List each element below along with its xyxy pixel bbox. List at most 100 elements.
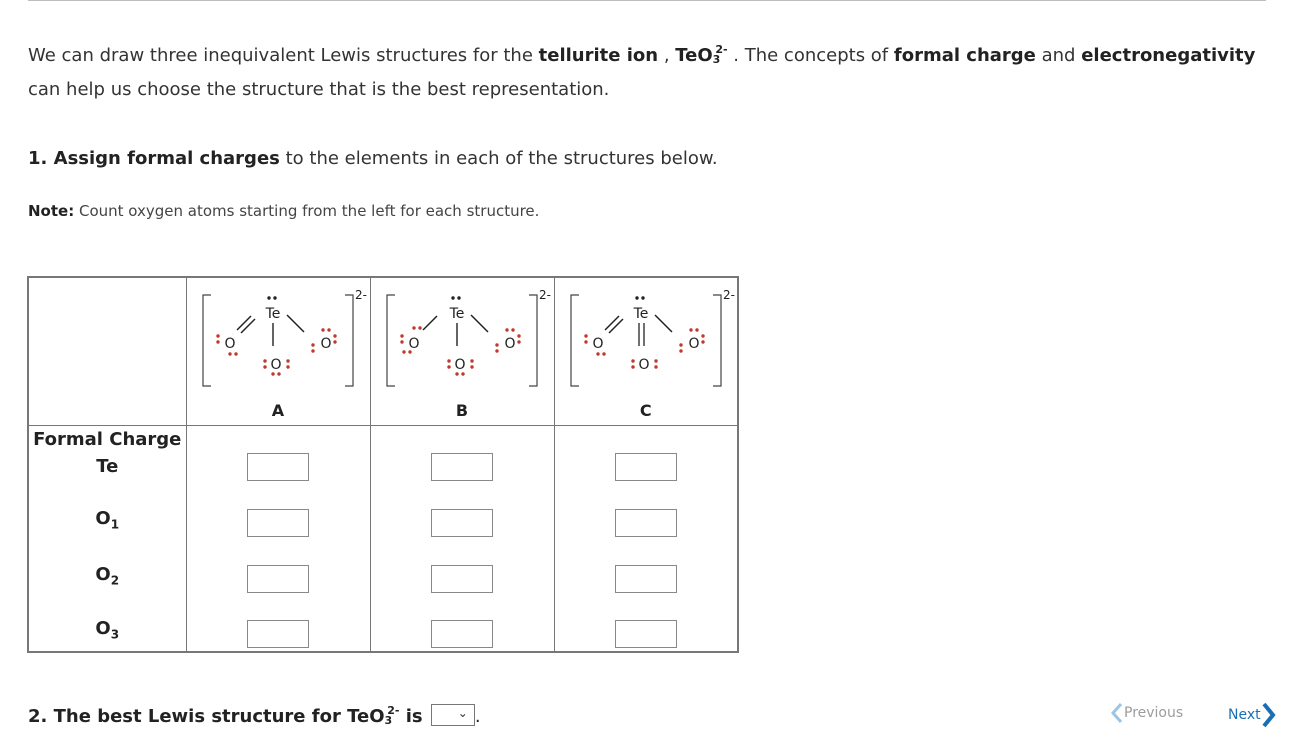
row-label-te: Te [96,455,119,477]
oxygen-1: O [592,336,603,352]
bracket-left [201,294,211,387]
lone-pair-dot [227,352,232,356]
charge-input-a-te[interactable] [246,452,309,481]
bracket-right [344,294,354,387]
note: Note: Count oxygen atoms starting from t… [28,202,540,220]
charge-input-a-o3[interactable] [246,619,309,648]
row-label-o2: O2 [95,563,120,588]
chevron-down-icon: ⌄ [457,706,468,720]
lone-pair-dot [653,359,658,363]
tellurium-atom: Te [448,306,464,322]
charge-input-c-o2[interactable] [614,564,677,593]
charge-input-c-te[interactable] [614,452,677,481]
lone-pair-dot [272,296,277,300]
oxygen-2: O [454,357,465,373]
formal-charge-term: formal charge [893,45,1036,66]
lone-pair-dot [446,365,451,369]
lone-pair-dot [630,359,635,363]
lone-pair-dot [516,334,521,338]
oxygen-2: O [270,357,281,373]
lone-pair-dot [262,359,267,363]
tellurium-atom: Te [632,306,648,322]
lone-pair-dot [399,340,404,344]
question-2: 2. The best Lewis structure for TeO32- i… [28,704,481,727]
bond-double [235,315,252,331]
chevron-right-icon [1262,702,1276,728]
charge-input-b-o3[interactable] [430,619,493,648]
structure-b: 2- Te O O O B [369,276,555,426]
lone-pair-dot [326,328,331,332]
lone-pair-dot [494,343,499,347]
charge-input-b-o2[interactable] [430,564,493,593]
lone-pair-dot [469,359,474,363]
charge-input-c-o3[interactable] [614,619,677,648]
lone-pair-dot [407,350,412,354]
structure-a: 2- Te O O O A [185,276,371,426]
lone-pair-dot [700,340,705,344]
bond-double [603,315,620,331]
lone-pair-dot [454,372,459,376]
top-divider [28,0,1266,1]
next-button[interactable]: Next [1228,702,1277,728]
lone-pair-dot [266,296,271,300]
lone-pair-dot [583,334,588,338]
charge-input-b-o1[interactable] [430,508,493,537]
oxygen-3: O [320,336,331,352]
lone-pair-dot [215,340,220,344]
lone-pair-dot [601,352,606,356]
question-1: 1. Assign formal charges to the elements… [28,148,718,169]
inputs-a [185,424,371,653]
lone-pair-dot [262,365,267,369]
header-empty-cell [27,276,187,426]
ion-charge: 2- [723,288,735,302]
lone-pair-dot [678,349,683,353]
lone-pair-dot [653,365,658,369]
lone-pair-dot [320,328,325,332]
row-labels-cell: Formal Charge Te O1 O2 O3 [27,424,187,653]
lone-pair-dot [700,334,705,338]
ion-name: tellurite ion [538,45,659,66]
lone-pair-dot [310,343,315,347]
lone-pair-dot [285,365,290,369]
charge-input-a-o1[interactable] [246,508,309,537]
lone-pair-dot [332,340,337,344]
lone-pair-dot [332,334,337,338]
lone-pair-dot [494,349,499,353]
lone-pair-dot [634,296,639,300]
oxygen-3: O [688,336,699,352]
lone-pair-dot [640,296,645,300]
oxygen-3: O [504,336,515,352]
row-label-o1: O1 [95,507,120,532]
lone-pair-dot [456,296,461,300]
best-structure-select[interactable]: ⌄ [430,704,475,726]
bond-single [653,314,673,333]
charge-input-b-te[interactable] [430,452,493,481]
lone-pair-dot [276,372,281,376]
lone-pair-dot [460,372,465,376]
bracket-right [528,294,538,387]
intro-text-1: We can draw three inequivalent Lewis str… [28,45,539,66]
lone-pair-dot [583,340,588,344]
lone-pair-dot [417,326,422,330]
bond-single [285,314,305,333]
inputs-b [369,424,555,653]
bracket-right [712,294,722,387]
bracket-left [385,294,395,387]
structure-b-diagram: 2- Te O O O [385,288,551,387]
lone-pair-dot [504,328,509,332]
lone-pair-dot [411,326,416,330]
structure-c-diagram: 2- Te O O O [569,288,735,387]
ion-charge: 2- [539,288,551,302]
lone-pair-dot [310,349,315,353]
lone-pair-dot [678,343,683,347]
oxygen-1: O [408,336,419,352]
charge-input-a-o2[interactable] [246,564,309,593]
charge-input-c-o1[interactable] [614,508,677,537]
previous-button[interactable]: Previous [1110,702,1183,724]
tellurium-atom: Te [264,306,280,322]
inputs-c [553,424,739,653]
intro-paragraph: We can draw three inequivalent Lewis str… [28,43,1256,100]
intro-comma: , [658,45,676,66]
formal-charge-table: 2- Te O O O A 2- Te O O O B 2- Te O O O C Formal Cha… [27,276,739,653]
oxygen-2: O [638,357,649,373]
